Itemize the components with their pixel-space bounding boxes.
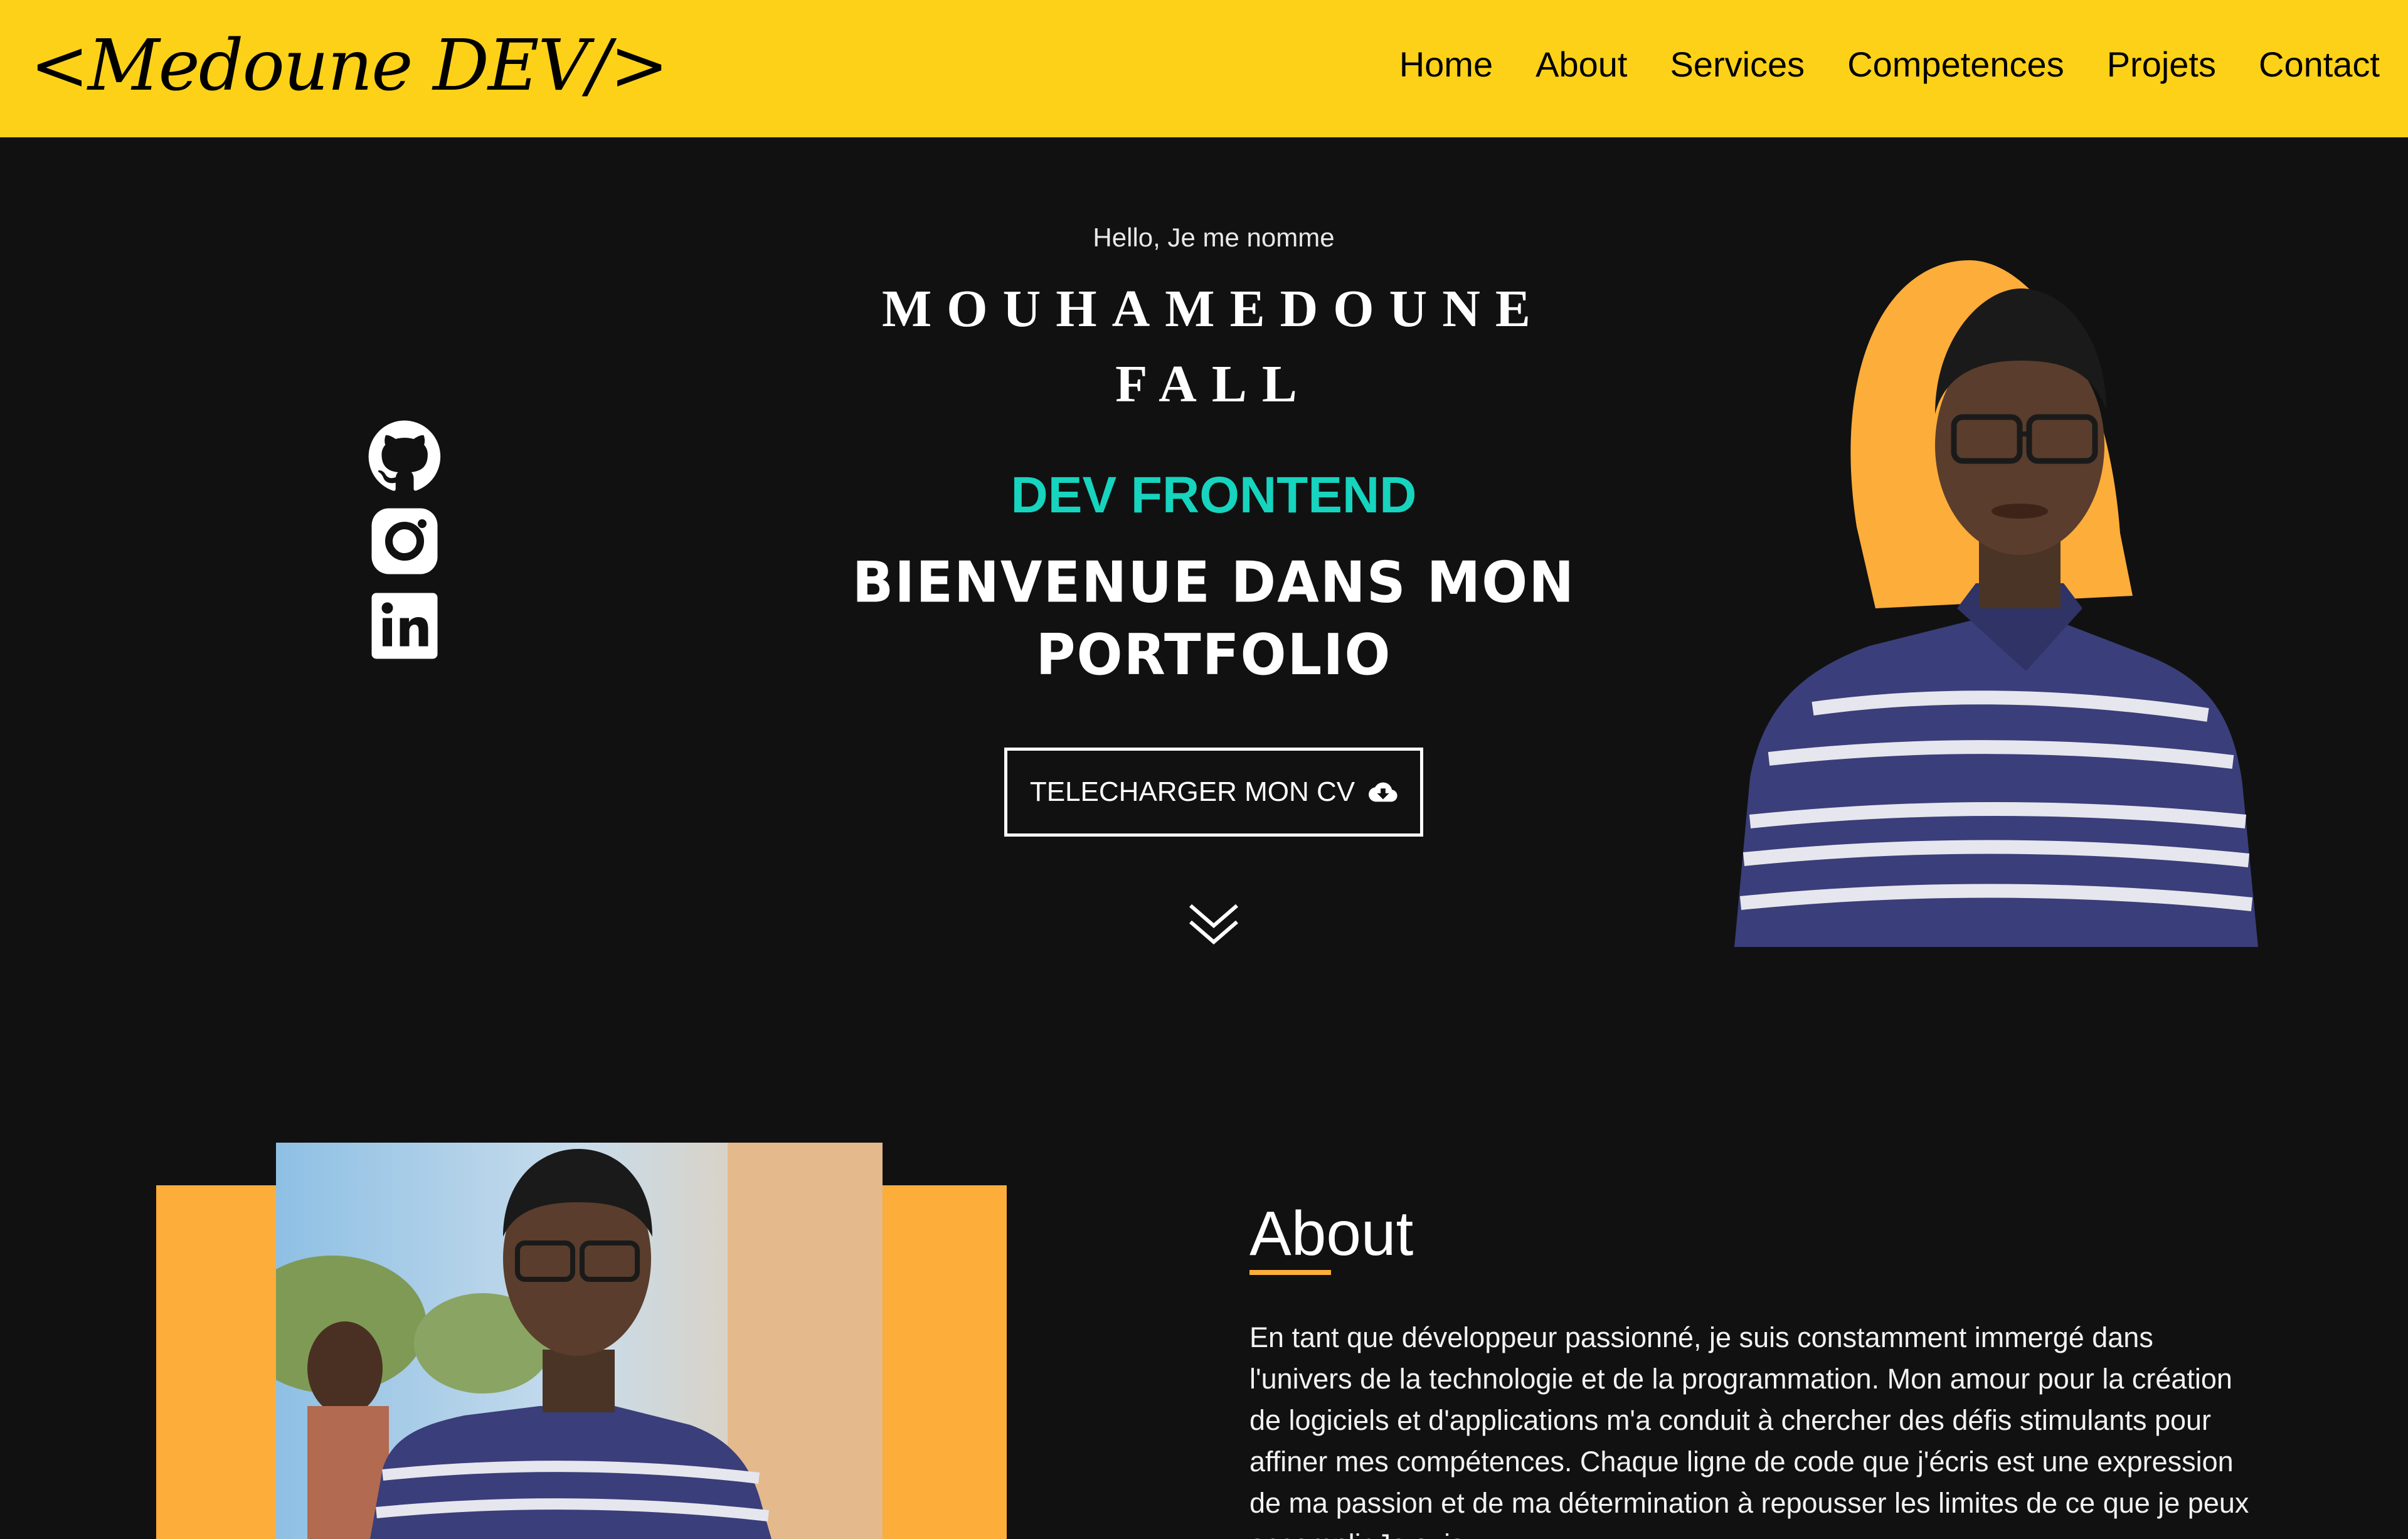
nav-link-projets[interactable]: Projets [2107,44,2216,85]
welcome-line-1: BIENVENUE DANS MON [852,549,1576,616]
linkedin-icon[interactable] [364,588,445,664]
about-frame-left [156,1185,282,1539]
about-frame-right [881,1185,1007,1539]
chevron-double-down-icon[interactable] [1185,899,1242,949]
hero: Hello, Je me nomme MOUHAMEDOUNE FALL DEV… [815,223,1612,949]
welcome-heading: BIENVENUE DANS MON PORTFOLIO [815,547,1612,692]
hero-name: MOUHAMEDOUNE FALL [815,272,1612,422]
nav-link-contact[interactable]: Contact [2259,44,2380,85]
welcome-line-2: PORTFOLIO [1036,622,1392,689]
download-cv-label: TELECHARGER MON CV [1029,776,1355,807]
nav-link-services[interactable]: Services [1670,44,1805,85]
nav-link-home[interactable]: Home [1399,44,1493,85]
hero-name-first: MOUHAMEDOUNE [882,280,1546,338]
navbar: <Medoune DEV/> Home About Services Compe… [0,0,2408,137]
about-title-underline [1249,1270,1331,1275]
nav-link-competences[interactable]: Competences [1847,44,2064,85]
about-photo [276,1143,883,1539]
instagram-icon[interactable] [364,504,445,579]
about-title: About [1249,1198,1414,1269]
hero-name-last: FALL [1115,355,1312,413]
logo[interactable]: <Medoune DEV/> [30,19,669,113]
github-icon[interactable] [364,419,445,494]
nav-link-about[interactable]: About [1535,44,1627,85]
hero-role: DEV FRONTEND [1010,467,1417,524]
greeting: Hello, Je me nomme [1093,223,1335,252]
hero-portrait [1734,260,2258,947]
social-links [364,419,445,673]
cloud-download-icon [1369,782,1398,802]
download-cv-button[interactable]: TELECHARGER MON CV [1004,748,1424,837]
about-text: En tant que développeur passionné, je su… [1249,1321,2249,1539]
nav-links: Home About Services Competences Projets … [1399,44,2380,85]
